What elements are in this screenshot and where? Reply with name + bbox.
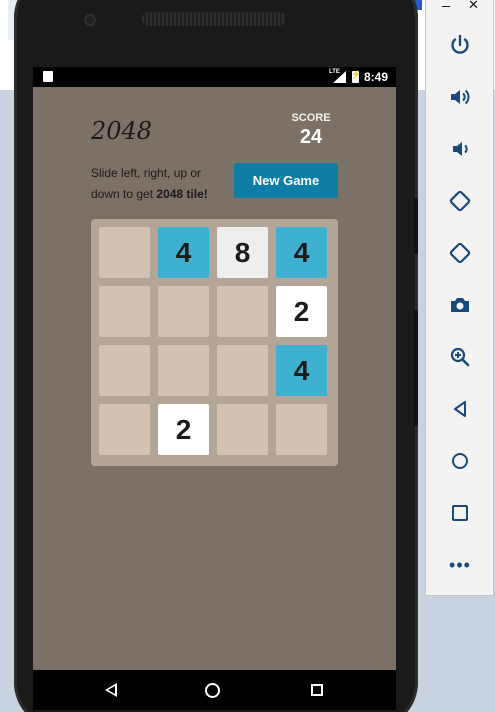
home-icon[interactable] <box>447 448 473 474</box>
tile: 8 <box>217 227 268 278</box>
nav-back-icon[interactable] <box>105 683 117 697</box>
navigation-bar <box>33 670 396 710</box>
empty-cell <box>217 404 268 455</box>
phone-screen: LTE 8:49 2048 SCORE 24 Slide left, right… <box>33 67 396 710</box>
network-type: LTE <box>328 69 340 75</box>
empty-cell <box>217 345 268 396</box>
score-value: 24 <box>299 126 323 148</box>
status-bar: LTE 8:49 <box>33 67 396 87</box>
front-camera <box>84 14 96 26</box>
empty-cell <box>217 286 268 337</box>
tile: 4 <box>158 227 209 278</box>
game-title: 2048 <box>91 117 153 145</box>
score-label: SCORE <box>291 112 331 124</box>
game-board[interactable]: 484242 <box>91 219 338 466</box>
power-icon[interactable] <box>447 32 473 58</box>
volume-up-icon[interactable] <box>447 84 473 110</box>
battery-icon <box>351 70 361 83</box>
empty-cell <box>158 345 209 396</box>
tile: 4 <box>276 227 327 278</box>
tile: 2 <box>276 286 327 337</box>
empty-cell <box>99 227 150 278</box>
rotate-right-icon[interactable] <box>447 240 473 266</box>
more-icon[interactable]: ••• <box>447 552 473 578</box>
signal-icon: LTE <box>329 69 347 83</box>
earpiece-speaker <box>142 12 286 26</box>
sd-card-icon <box>43 71 53 82</box>
back-icon[interactable] <box>447 396 473 422</box>
empty-cell <box>99 345 150 396</box>
tile: 2 <box>158 404 209 455</box>
overview-icon[interactable] <box>447 500 473 526</box>
intro-text: Slide left, right, up or down to get 204… <box>91 163 231 205</box>
new-game-button[interactable]: New Game <box>234 163 338 198</box>
minimize-icon[interactable] <box>442 6 450 7</box>
rotate-left-icon[interactable] <box>447 188 473 214</box>
tile: 4 <box>276 345 327 396</box>
intro-text-goal: 2048 tile! <box>156 187 208 201</box>
zoom-in-icon[interactable] <box>447 344 473 370</box>
close-icon[interactable]: ✕ <box>468 0 479 13</box>
emulator-toolbar: ✕ ••• <box>425 0 494 596</box>
clock: 8:49 <box>363 70 388 84</box>
empty-cell <box>99 286 150 337</box>
empty-cell <box>158 286 209 337</box>
camera-icon[interactable] <box>447 292 473 318</box>
power-side-button <box>414 198 418 254</box>
nav-recents-icon[interactable] <box>311 684 323 696</box>
nav-home-icon[interactable] <box>205 683 220 698</box>
volume-side-button <box>414 310 418 426</box>
empty-cell <box>99 404 150 455</box>
empty-cell <box>276 404 327 455</box>
volume-down-icon[interactable] <box>447 136 473 162</box>
